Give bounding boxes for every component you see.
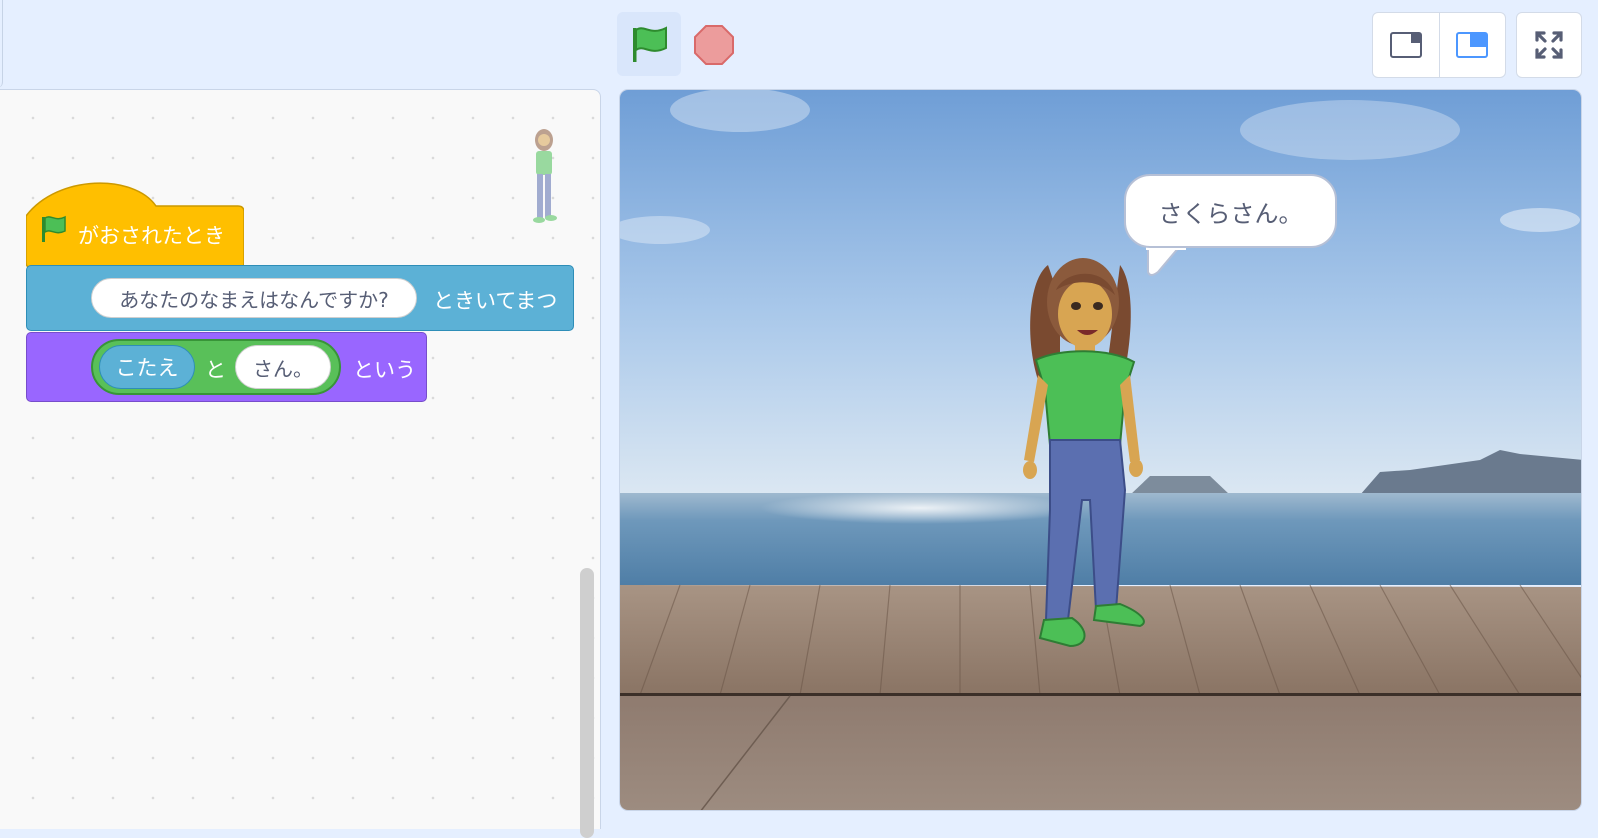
join-label: と <box>205 358 226 382</box>
join-text-input[interactable]: さん。 <box>235 345 331 389</box>
small-stage-icon <box>1389 32 1422 58</box>
green-flag-button[interactable] <box>617 12 681 76</box>
normal-stage-button[interactable] <box>1438 13 1506 77</box>
ask-block-label: ときいてまつ <box>433 289 558 313</box>
code-tab-edge <box>0 0 3 88</box>
normal-stage-icon <box>1456 32 1489 58</box>
answer-reporter[interactable]: こたえ <box>99 345 195 389</box>
fullscreen-icon <box>1535 31 1563 59</box>
green-flag-icon <box>42 215 66 242</box>
fullscreen-button[interactable] <box>1516 12 1582 78</box>
ask-question-input[interactable]: あなたのなまえはなんですか? <box>91 278 417 318</box>
stage[interactable] <box>619 89 1582 811</box>
green-flag-icon <box>633 26 667 62</box>
sprite-thumbnail-icon <box>533 129 557 223</box>
stop-sign-icon <box>694 25 734 65</box>
join-reporter[interactable]: こたえ と さん。 <box>91 339 341 395</box>
speech-bubble: さくらさん。 <box>1124 174 1337 248</box>
ask-and-wait-block[interactable]: あなたのなまえはなんですか? ときいてまつ <box>26 265 574 331</box>
say-block[interactable]: こたえ と さん。 という <box>26 332 427 402</box>
hat-block-label: がおされたとき <box>78 224 225 248</box>
stage-size-toggle <box>1372 12 1506 78</box>
answer-label: こたえ <box>115 356 179 380</box>
stop-button[interactable] <box>693 24 735 66</box>
small-stage-button[interactable] <box>1373 13 1439 77</box>
code-area-scrollbar[interactable] <box>580 568 594 838</box>
say-block-label: という <box>353 358 416 382</box>
code-workspace[interactable]: がおされたとき あなたのなまえはなんですか? ときいてまつ こたえ と さん。 … <box>0 89 601 838</box>
speech-bubble-tail <box>1146 244 1186 276</box>
stage-backdrop <box>620 90 1581 810</box>
